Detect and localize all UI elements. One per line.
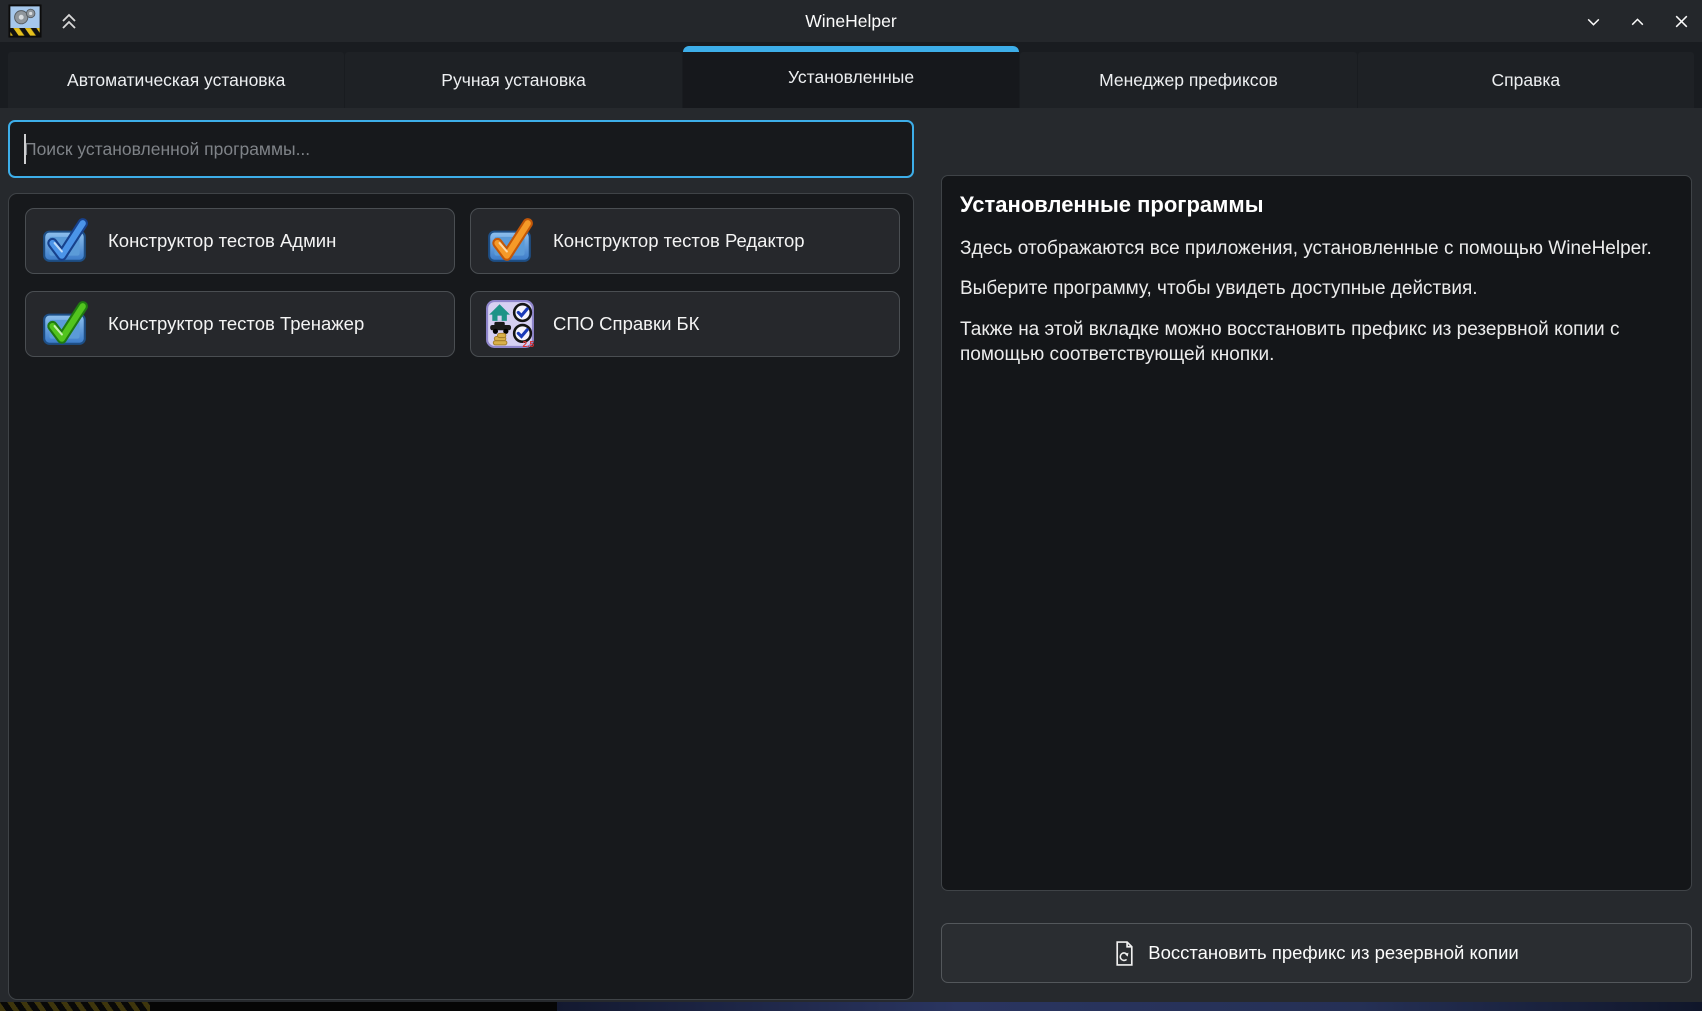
chevron-up-icon (1629, 13, 1646, 30)
winehelper-app-icon (8, 4, 42, 38)
tab-help[interactable]: Справка (1358, 52, 1694, 108)
chevron-down-icon (1585, 13, 1602, 30)
search-input[interactable] (8, 120, 914, 178)
info-paragraph: Выберите программу, чтобы увидеть доступ… (960, 276, 1673, 301)
program-card[interactable]: 2.5 СПО Справки БК (470, 291, 900, 357)
text-caret (24, 134, 26, 164)
program-card[interactable]: Конструктор тестов Редактор (470, 208, 900, 274)
minimize-button[interactable] (1578, 6, 1608, 36)
info-panel-title: Установленные программы (960, 192, 1673, 218)
program-card[interactable]: Конструктор тестов Тренажер (25, 291, 455, 357)
spo-spravki-bk-icon: 2.5 (485, 299, 535, 349)
tab-installed[interactable]: Установленные (683, 46, 1019, 108)
desktop-strip (0, 1002, 1702, 1011)
double-chevron-up-icon (58, 10, 80, 32)
document-restore-icon (1114, 941, 1135, 966)
checkbox-orange-icon (485, 216, 535, 266)
program-name: Конструктор тестов Редактор (553, 230, 805, 252)
installed-programs-list: Конструктор тестов Админ Конструктор тес… (8, 193, 914, 1000)
tab-bar: Автоматическая установка Ручная установк… (0, 42, 1702, 108)
window-title: WineHelper (0, 11, 1702, 32)
close-icon (1673, 13, 1690, 30)
checkbox-blue-icon (40, 216, 90, 266)
winehelper-window: WineHelper (0, 0, 1702, 1011)
keep-above-button[interactable] (54, 6, 84, 36)
restore-prefix-button[interactable]: Восстановить префикс из резервной копии (941, 923, 1692, 983)
checkbox-green-icon (40, 299, 90, 349)
restore-prefix-label: Восстановить префикс из резервной копии (1148, 942, 1519, 964)
tab-automatic-install[interactable]: Автоматическая установка (8, 52, 344, 108)
desktop-wallpaper-fragment (557, 1002, 1702, 1011)
tab-prefix-manager[interactable]: Менеджер префиксов (1020, 52, 1356, 108)
tab-manual-install[interactable]: Ручная установка (345, 52, 681, 108)
titlebar[interactable]: WineHelper (0, 0, 1702, 42)
desktop-hazard-fragment (0, 1002, 150, 1011)
program-name: Конструктор тестов Админ (108, 230, 336, 252)
svg-text:2.5: 2.5 (523, 339, 535, 349)
program-name: СПО Справки БК (553, 313, 699, 335)
maximize-button[interactable] (1622, 6, 1652, 36)
close-button[interactable] (1666, 6, 1696, 36)
installed-tab-content: Конструктор тестов Админ Конструктор тес… (0, 108, 1702, 1002)
info-paragraph: Также на этой вкладке можно восстановить… (960, 317, 1673, 368)
installed-programs-info-panel: Установленные программы Здесь отображают… (941, 175, 1692, 891)
program-card[interactable]: Конструктор тестов Админ (25, 208, 455, 274)
program-name: Конструктор тестов Тренажер (108, 313, 364, 335)
info-paragraph: Здесь отображаются все приложения, устан… (960, 236, 1673, 261)
